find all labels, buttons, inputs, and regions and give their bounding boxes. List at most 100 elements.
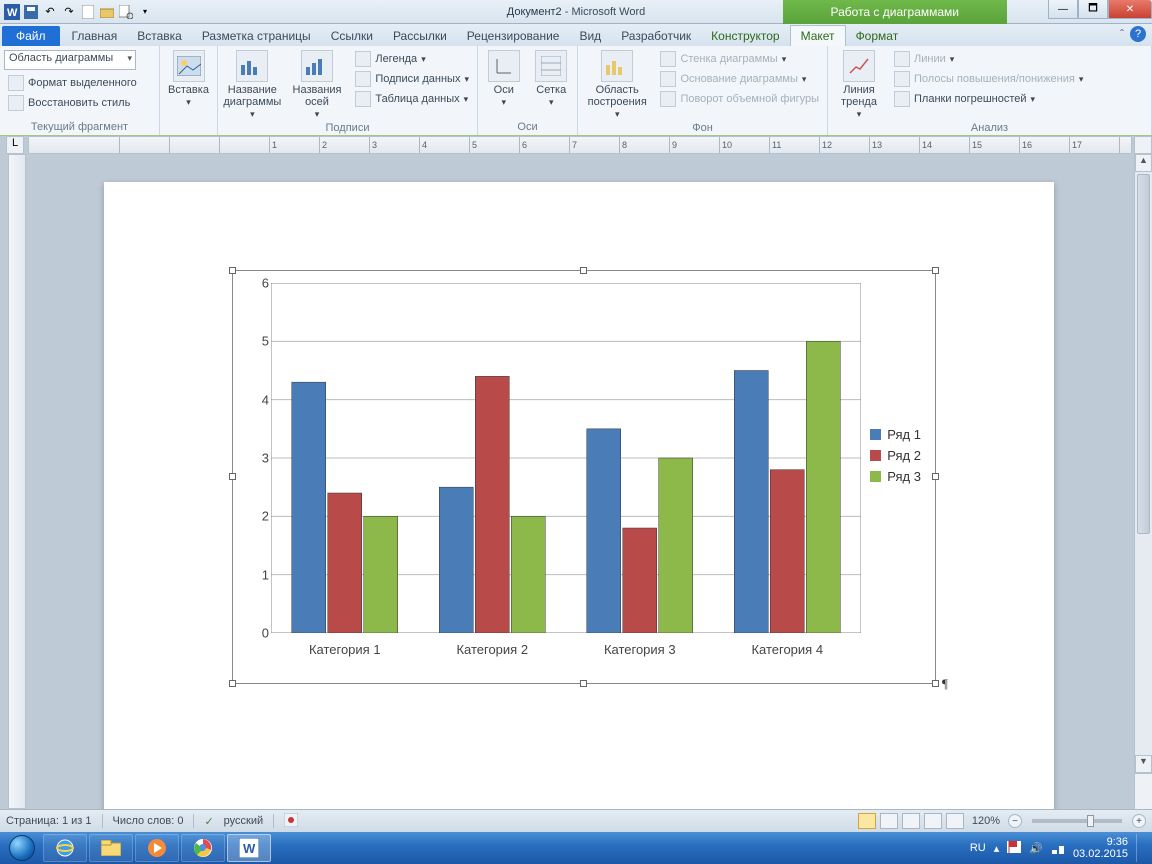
- legend-button[interactable]: Легенда: [351, 50, 473, 68]
- tab-layout[interactable]: Макет: [790, 25, 846, 46]
- web-layout-view[interactable]: [902, 813, 920, 829]
- ruler-toggle[interactable]: [1134, 136, 1152, 154]
- legend-swatch: [870, 450, 881, 461]
- help-icon[interactable]: ?: [1130, 26, 1146, 42]
- close-button[interactable]: ✕: [1108, 0, 1152, 19]
- tab-selector[interactable]: L: [6, 136, 24, 154]
- reset-style-button[interactable]: Восстановить стиль: [4, 94, 155, 112]
- document-area[interactable]: Ряд 1Ряд 2Ряд 3 0123456Категория 1Катего…: [28, 154, 1132, 809]
- zoom-level[interactable]: 120%: [972, 815, 1000, 827]
- print-layout-view[interactable]: [858, 813, 876, 829]
- taskbar-explorer[interactable]: [89, 834, 133, 862]
- vertical-scrollbar[interactable]: ▲ ▼: [1134, 154, 1152, 809]
- format-selection-button[interactable]: Формат выделенного: [4, 74, 155, 92]
- data-labels-icon: [355, 71, 371, 87]
- macro-record-icon[interactable]: [284, 813, 298, 830]
- gridlines-button[interactable]: Сетка: [530, 48, 574, 108]
- chart-elements-combo[interactable]: Область диаграммы: [4, 50, 136, 70]
- vertical-ruler[interactable]: [8, 154, 26, 809]
- page-indicator[interactable]: Страница: 1 из 1: [6, 815, 92, 827]
- tray-volume-icon[interactable]: 🔊: [1029, 842, 1043, 855]
- zoom-in-button[interactable]: +: [1132, 814, 1146, 828]
- qat-dropdown-icon[interactable]: ▾: [137, 4, 153, 20]
- chart-wall-button: Стенка диаграммы: [656, 50, 823, 68]
- taskbar-word[interactable]: W: [227, 834, 271, 862]
- minimize-button[interactable]: —: [1048, 0, 1078, 19]
- format-selection-icon: [8, 75, 24, 91]
- spellcheck-icon[interactable]: ✓: [204, 815, 213, 828]
- trendline-button[interactable]: Линия тренда: [832, 48, 886, 120]
- scroll-down-arrow[interactable]: ▼: [1135, 755, 1152, 773]
- maximize-button[interactable]: 🗖: [1078, 0, 1108, 19]
- tray-flag-icon[interactable]: [1007, 841, 1021, 856]
- ribbon: Область диаграммы Формат выделенного Вос…: [0, 46, 1152, 136]
- taskbar-chrome[interactable]: [181, 834, 225, 862]
- insert-button[interactable]: Вставка: [164, 48, 213, 108]
- horizontal-ruler[interactable]: 1234567891011121314151617: [28, 136, 1132, 154]
- draft-view[interactable]: [946, 813, 964, 829]
- y-tick-label: 0: [253, 626, 269, 641]
- plot-area-button[interactable]: Область построения: [582, 48, 652, 120]
- zoom-out-button[interactable]: −: [1008, 814, 1022, 828]
- workspace: 1234567891011121314151617 L ▲ ▼ Ряд 1Ряд…: [0, 136, 1152, 809]
- quick-access-toolbar: W ↶ ↷ ▾: [0, 4, 153, 20]
- tab-page-layout[interactable]: Разметка страницы: [192, 26, 321, 46]
- browse-object-nav[interactable]: [1135, 773, 1152, 809]
- gridlines-icon: [535, 50, 567, 82]
- chart-legend[interactable]: Ряд 1 Ряд 2 Ряд 3: [870, 421, 921, 490]
- legend-item[interactable]: Ряд 2: [870, 448, 921, 463]
- scrollbar-thumb[interactable]: [1137, 174, 1150, 534]
- tab-mailings[interactable]: Рассылки: [383, 26, 457, 46]
- tab-design[interactable]: Конструктор: [701, 26, 789, 46]
- tray-network-icon[interactable]: [1051, 840, 1065, 857]
- chart-svg: [271, 283, 861, 633]
- axes-button[interactable]: Оси: [482, 48, 526, 108]
- undo-icon[interactable]: ↶: [42, 4, 58, 20]
- legend-item[interactable]: Ряд 3: [870, 469, 921, 484]
- tab-view[interactable]: Вид: [569, 26, 611, 46]
- chart-title-button[interactable]: Название диаграммы: [222, 48, 283, 120]
- fullscreen-reading-view[interactable]: [880, 813, 898, 829]
- data-labels-button[interactable]: Подписи данных: [351, 70, 473, 88]
- y-tick-label: 6: [253, 276, 269, 291]
- tab-format[interactable]: Формат: [846, 26, 909, 46]
- open-icon[interactable]: [99, 4, 115, 20]
- save-icon[interactable]: [23, 4, 39, 20]
- minimize-ribbon-icon[interactable]: ˆ: [1120, 27, 1124, 41]
- tray-show-hidden-icon[interactable]: ▴: [994, 842, 1000, 855]
- redo-icon[interactable]: ↷: [61, 4, 77, 20]
- plot-area[interactable]: [271, 283, 861, 633]
- taskbar-media-player[interactable]: [135, 834, 179, 862]
- file-tab[interactable]: Файл: [2, 26, 60, 46]
- axis-titles-button[interactable]: Названия осей: [287, 48, 348, 120]
- reset-style-icon: [8, 95, 24, 111]
- tray-lang[interactable]: RU: [970, 842, 986, 854]
- tab-developer[interactable]: Разработчик: [611, 26, 701, 46]
- new-doc-icon[interactable]: [80, 4, 96, 20]
- tab-references[interactable]: Ссылки: [321, 26, 383, 46]
- axes-icon: [488, 50, 520, 82]
- tab-home[interactable]: Главная: [62, 26, 128, 46]
- x-tick-label: Категория 2: [437, 642, 547, 657]
- tray-clock[interactable]: 9:3603.02.2015: [1073, 836, 1128, 860]
- outline-view[interactable]: [924, 813, 942, 829]
- plot-area-icon: [601, 50, 633, 82]
- taskbar-ie[interactable]: [43, 834, 87, 862]
- tab-insert[interactable]: Вставка: [127, 26, 192, 46]
- chart-object[interactable]: Ряд 1Ряд 2Ряд 3 0123456Категория 1Катего…: [232, 270, 936, 684]
- data-table-button[interactable]: Таблица данных: [351, 90, 473, 108]
- paragraph-mark: ¶: [942, 676, 948, 692]
- word-count[interactable]: Число слов: 0: [113, 815, 184, 827]
- legend-item[interactable]: Ряд 1: [870, 427, 921, 442]
- print-preview-icon[interactable]: [118, 4, 134, 20]
- error-bars-button[interactable]: Планки погрешностей: [890, 90, 1087, 108]
- zoom-slider[interactable]: [1032, 819, 1122, 823]
- word-app-icon: W: [4, 4, 20, 20]
- start-button[interactable]: [2, 833, 42, 863]
- group-analysis: Линия тренда Линии Полосы повышения/пони…: [828, 46, 1152, 135]
- language-indicator[interactable]: русский: [224, 815, 263, 827]
- scroll-up-arrow[interactable]: ▲: [1135, 154, 1152, 172]
- tab-review[interactable]: Рецензирование: [457, 26, 570, 46]
- show-desktop-button[interactable]: [1136, 834, 1144, 862]
- group-label: [164, 119, 213, 135]
